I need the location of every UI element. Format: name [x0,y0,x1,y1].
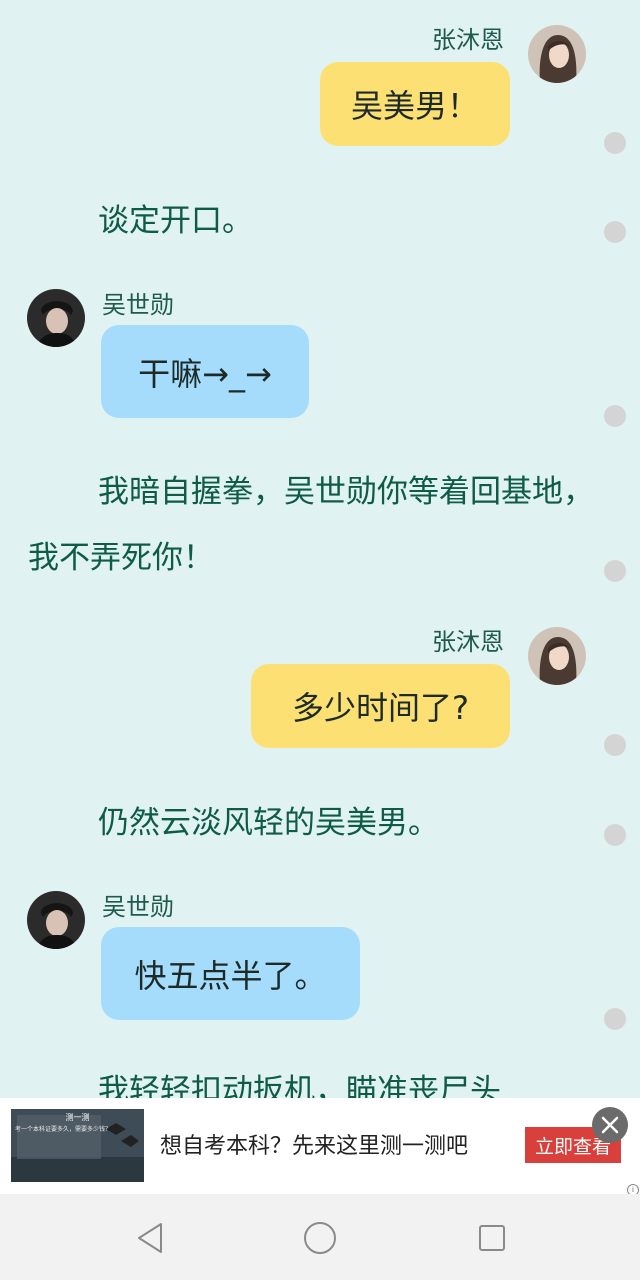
sender-name-other: 吴世勋 [102,893,174,921]
paragraph-dot[interactable] [604,560,626,582]
home-icon[interactable] [300,1218,340,1258]
ad-thumb-title: 测一测 [65,1113,90,1122]
ad-text[interactable]: 想自考本科？先来这里测一测吧 [160,1128,468,1160]
avatar-me[interactable] [528,25,586,83]
chat-area[interactable]: 张沐恩 吴美男！ 谈定开口。 吴世勋 干嘛→_→ 我暗自握拳，吴世勋你等着回基地… [0,0,640,1098]
message-bubble-me: 吴美男！ [320,62,510,146]
narration-text: 我暗自握拳，吴世勋你等着回基地，我不弄死你！ [28,474,594,576]
paragraph-dot[interactable] [604,221,626,243]
avatar-other[interactable] [27,891,85,949]
paragraph-dot[interactable] [604,405,626,427]
message-bubble-other: 快五点半了。 [101,927,360,1020]
narration-text: 仍然云淡风轻的吴美男。 [98,805,439,841]
narration-text: 我轻轻扣动扳机，瞄准丧尸头 [98,1073,501,1098]
ad-thumbnail[interactable]: 测一测 考一个本科证要多久，需要多少钱？ [11,1109,144,1182]
message-bubble-me: 多少时间了? [251,664,510,748]
paragraph-dot[interactable] [604,132,626,154]
ad-banner[interactable]: 测一测 考一个本科证要多久，需要多少钱？ 想自考本科？先来这里测一测吧 立即查看 [0,1098,640,1194]
navigation-bar [0,1194,640,1280]
avatar-other[interactable] [27,289,85,347]
ad-thumb-subtitle: 考一个本科证要多久，需要多少钱？ [15,1126,112,1133]
message-bubble-other: 干嘛→_→ [101,325,309,418]
back-icon[interactable] [130,1218,170,1258]
paragraph-dot[interactable] [604,734,626,756]
sender-name-me: 张沐恩 [432,26,504,54]
recents-icon[interactable] [472,1218,512,1258]
close-icon[interactable] [592,1107,628,1143]
paragraph-dot[interactable] [604,1008,626,1030]
narration-text: 谈定开口。 [98,203,253,239]
paragraph-dot[interactable] [604,824,626,846]
sender-name-other: 吴世勋 [102,291,174,319]
avatar-me[interactable] [528,627,586,685]
sender-name-me: 张沐恩 [432,628,504,656]
